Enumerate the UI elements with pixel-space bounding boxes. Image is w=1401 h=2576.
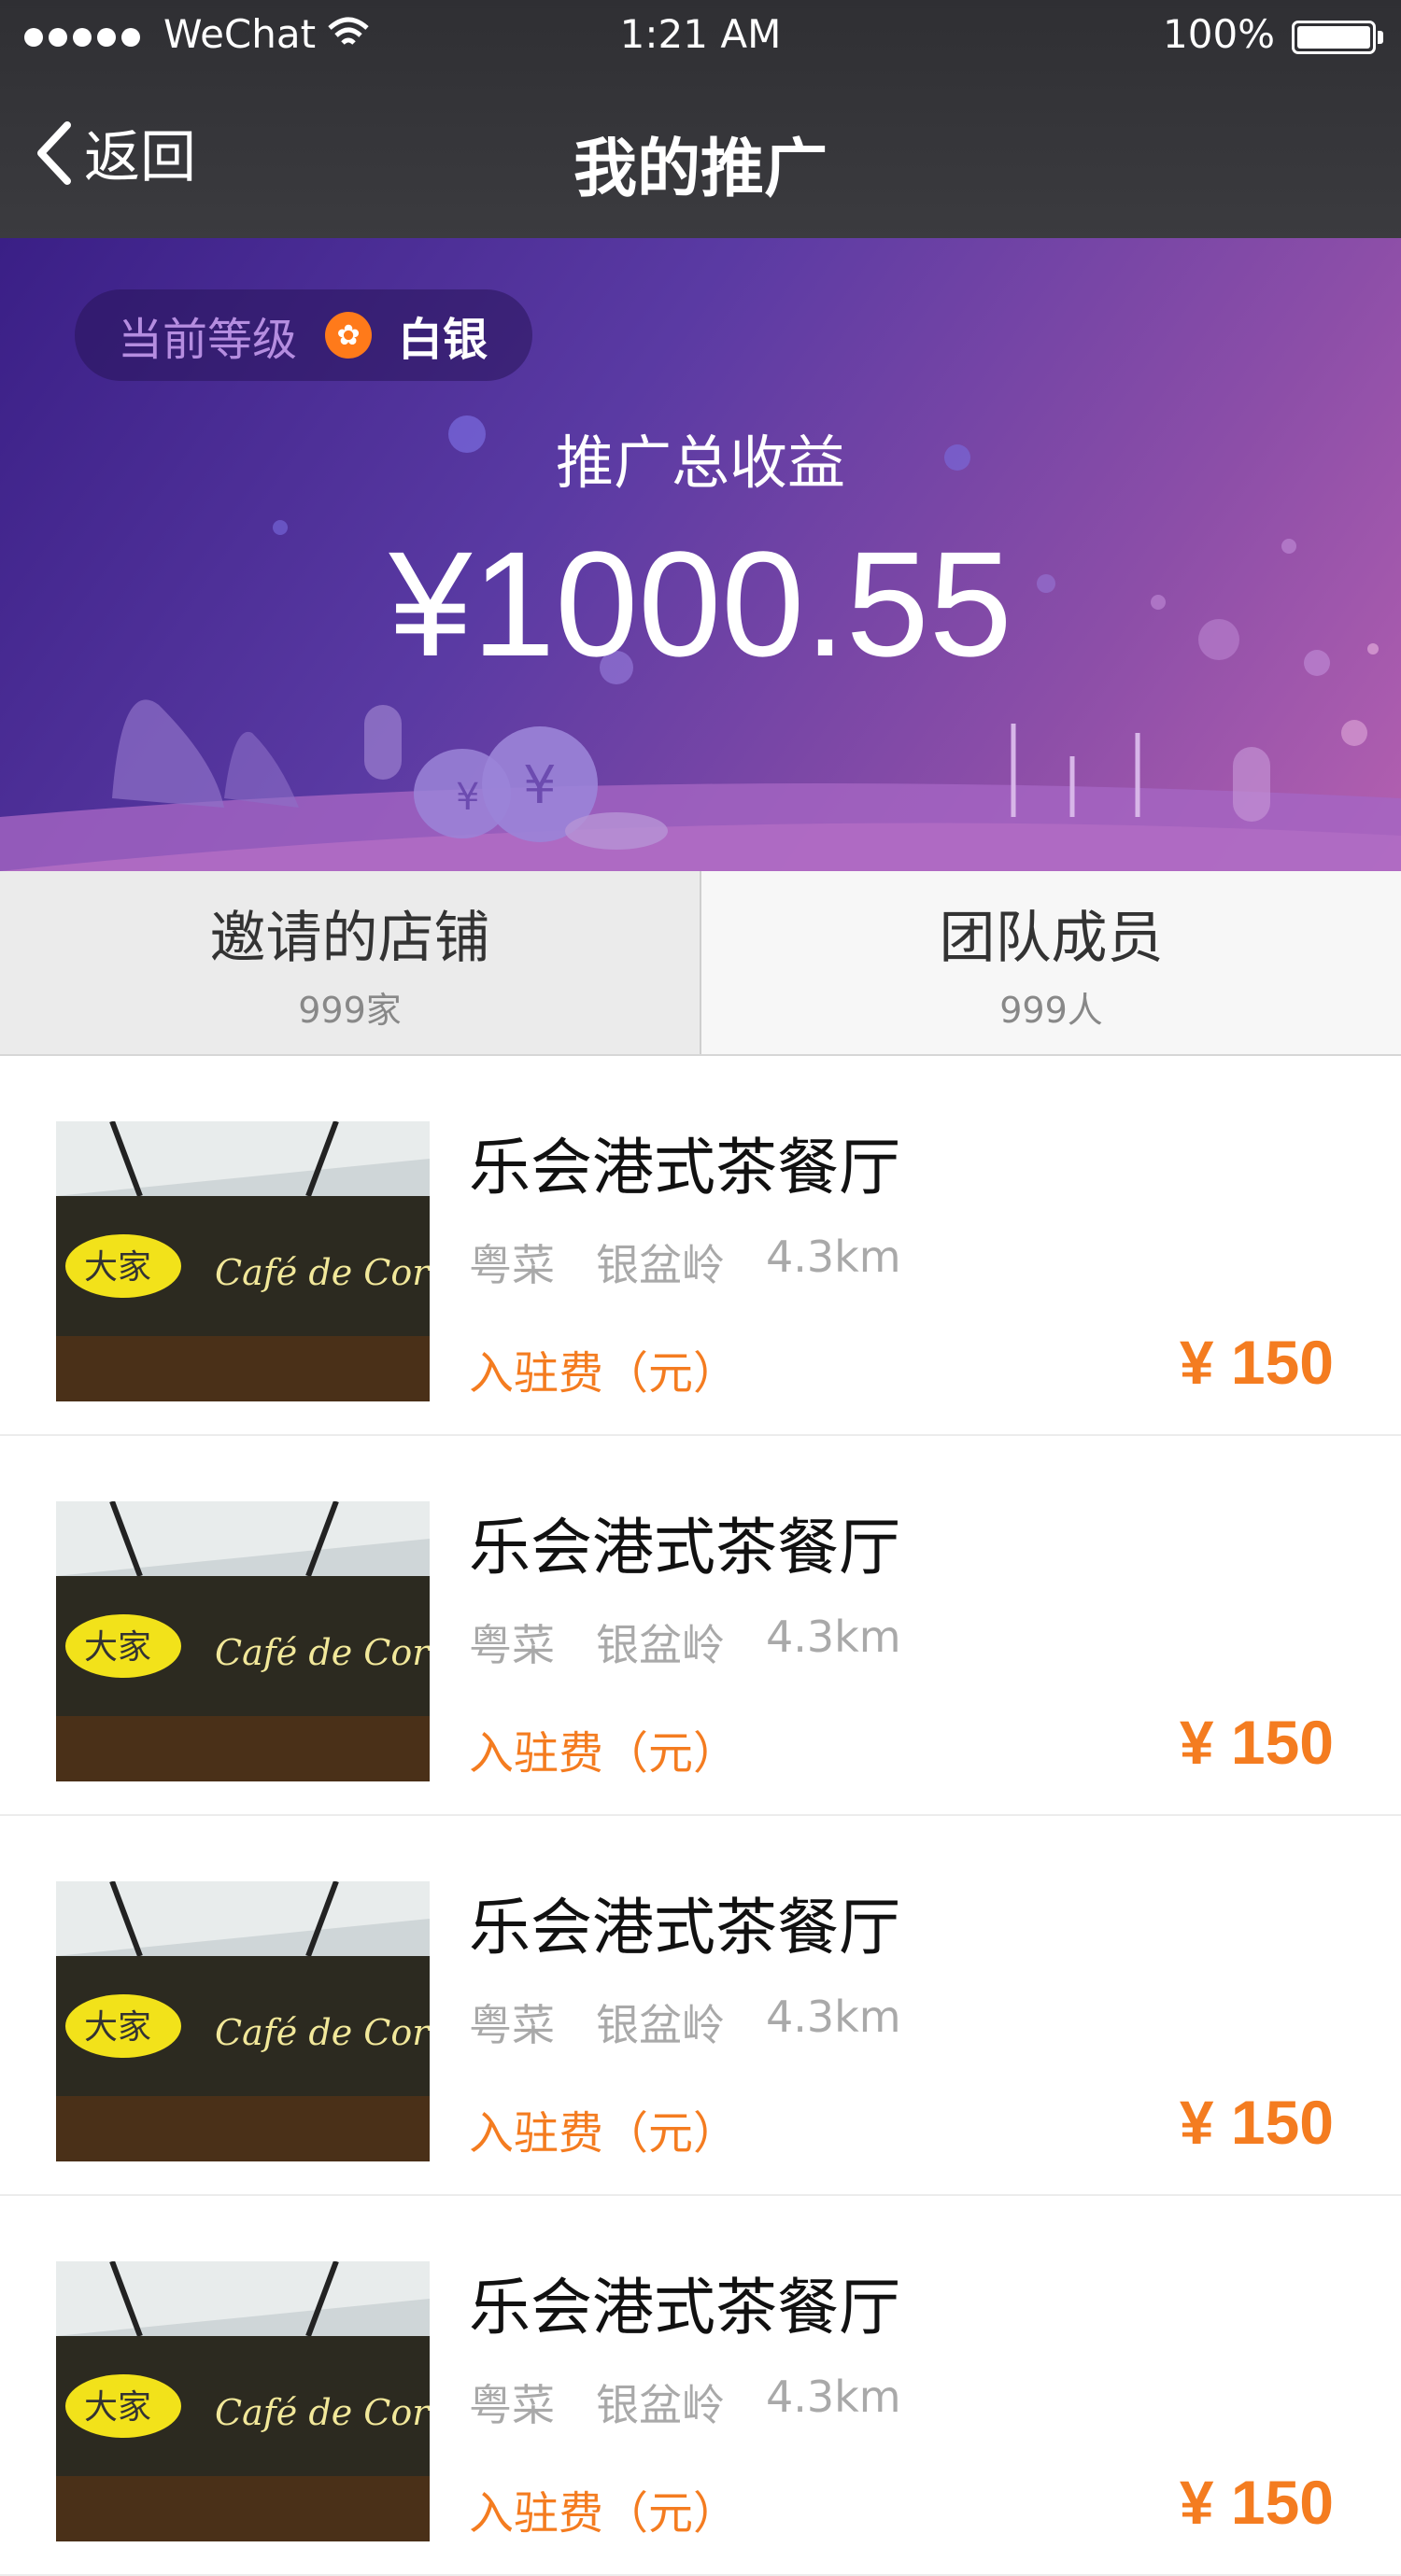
store-distance: 4.3km: [766, 1612, 901, 1662]
store-meta: 粤菜 银盆岭 4.3km: [469, 1992, 901, 2053]
earnings-amount: ¥1000.55: [389, 520, 1012, 687]
tab-title: 邀请的店铺: [209, 906, 490, 971]
svg-text:大家: 大家: [84, 2008, 151, 2047]
status-bar: WeChat 1:21 AM 100%: [0, 0, 1401, 75]
store-distance: 4.3km: [766, 1992, 901, 2042]
tab-count: 999家: [298, 990, 402, 1031]
store-cuisine: 粤菜: [469, 1620, 555, 1670]
tab-count: 999人: [999, 990, 1103, 1031]
svg-text:Café de Coral: Café de Coral: [215, 2012, 430, 2053]
fee-amount: ¥ 150: [1179, 2468, 1334, 2537]
store-thumbnail: 大家 Café de Coral: [56, 1501, 430, 1781]
store-name: 乐会港式茶餐厅: [469, 2272, 900, 2344]
navigation-bar: 返回 我的推广: [0, 89, 1401, 219]
earnings-label: 推广总收益: [555, 429, 845, 497]
level-label: 当前等级: [118, 314, 298, 366]
store-thumbnail: 大家 Café de Coral: [56, 1881, 430, 2161]
svg-text:Café de Coral: Café de Coral: [215, 1632, 430, 1673]
store-meta: 粤菜 银盆岭 4.3km: [469, 1612, 901, 1673]
svg-text:Café de Coral: Café de Coral: [215, 2392, 430, 2433]
fee-label: 入驻费（元）: [469, 1727, 739, 1780]
tab-bar: 邀请的店铺 999家 团队成员 999人: [0, 871, 1401, 1056]
fee-label: 入驻费（元）: [469, 2107, 739, 2160]
earnings-banner: ¥ ¥ 当前等级 ✿ 白银 推广总收益 ¥1000.55: [0, 238, 1401, 871]
tab-invited-stores[interactable]: 邀请的店铺 999家: [0, 871, 701, 1054]
store-list: 大家 Café de Coral 乐会港式茶餐厅 粤菜 银盆岭 4.3km 入驻…: [0, 1056, 1401, 2576]
svg-text:¥: ¥: [523, 755, 557, 816]
store-area: 银盆岭: [596, 2380, 725, 2430]
list-item[interactable]: 大家 Café de Coral 乐会港式茶餐厅 粤菜 银盆岭 4.3km 入驻…: [0, 1056, 1401, 1436]
battery-percentage: 100%: [1163, 11, 1276, 57]
level-value: 白银: [398, 314, 488, 366]
list-item[interactable]: 大家 Café de Coral 乐会港式茶餐厅 粤菜 银盆岭 4.3km 入驻…: [0, 1816, 1401, 2196]
svg-text:大家: 大家: [84, 1248, 151, 1287]
svg-text:大家: 大家: [84, 1628, 151, 1667]
store-name: 乐会港式茶餐厅: [469, 1132, 900, 1204]
store-name: 乐会港式茶餐厅: [469, 1512, 900, 1584]
fee-amount: ¥ 150: [1179, 1708, 1334, 1777]
store-meta: 粤菜 银盆岭 4.3km: [469, 1232, 901, 1293]
store-distance: 4.3km: [766, 2372, 901, 2422]
store-cuisine: 粤菜: [469, 2380, 555, 2430]
battery-icon: [1292, 21, 1376, 54]
tab-title: 团队成员: [939, 906, 1164, 971]
store-distance: 4.3km: [766, 1232, 901, 1282]
svg-text:¥: ¥: [456, 776, 479, 819]
store-thumbnail: 大家 Café de Coral: [56, 1121, 430, 1401]
battery-tip: [1378, 31, 1383, 44]
store-name: 乐会港式茶餐厅: [469, 1892, 900, 1964]
fee-amount: ¥ 150: [1179, 1328, 1334, 1397]
store-thumbnail: 大家 Café de Coral: [56, 2261, 430, 2541]
list-item[interactable]: 大家 Café de Coral 乐会港式茶餐厅 粤菜 银盆岭 4.3km 入驻…: [0, 1436, 1401, 1816]
store-area: 银盆岭: [596, 2000, 725, 2050]
level-badge-pill[interactable]: 当前等级 ✿ 白银: [75, 289, 532, 381]
page-title: 我的推广: [573, 133, 828, 206]
svg-text:Café de Coral: Café de Coral: [215, 1252, 430, 1293]
fee-label: 入驻费（元）: [469, 2487, 739, 2540]
medal-icon: ✿: [325, 312, 373, 359]
list-item[interactable]: 大家 Café de Coral 乐会港式茶餐厅 粤菜 银盆岭 4.3km 入驻…: [0, 2196, 1401, 2576]
store-cuisine: 粤菜: [469, 2000, 555, 2050]
top-bar: WeChat 1:21 AM 100% 返回 我的推广: [0, 0, 1401, 238]
fee-amount: ¥ 150: [1179, 2088, 1334, 2157]
store-meta: 粤菜 银盆岭 4.3km: [469, 2372, 901, 2433]
svg-text:大家: 大家: [84, 2388, 151, 2427]
store-cuisine: 粤菜: [469, 1240, 555, 1290]
store-area: 银盆岭: [596, 1240, 725, 1290]
fee-label: 入驻费（元）: [469, 1347, 739, 1400]
tab-team-members[interactable]: 团队成员 999人: [701, 871, 1401, 1054]
store-area: 银盆岭: [596, 1620, 725, 1670]
